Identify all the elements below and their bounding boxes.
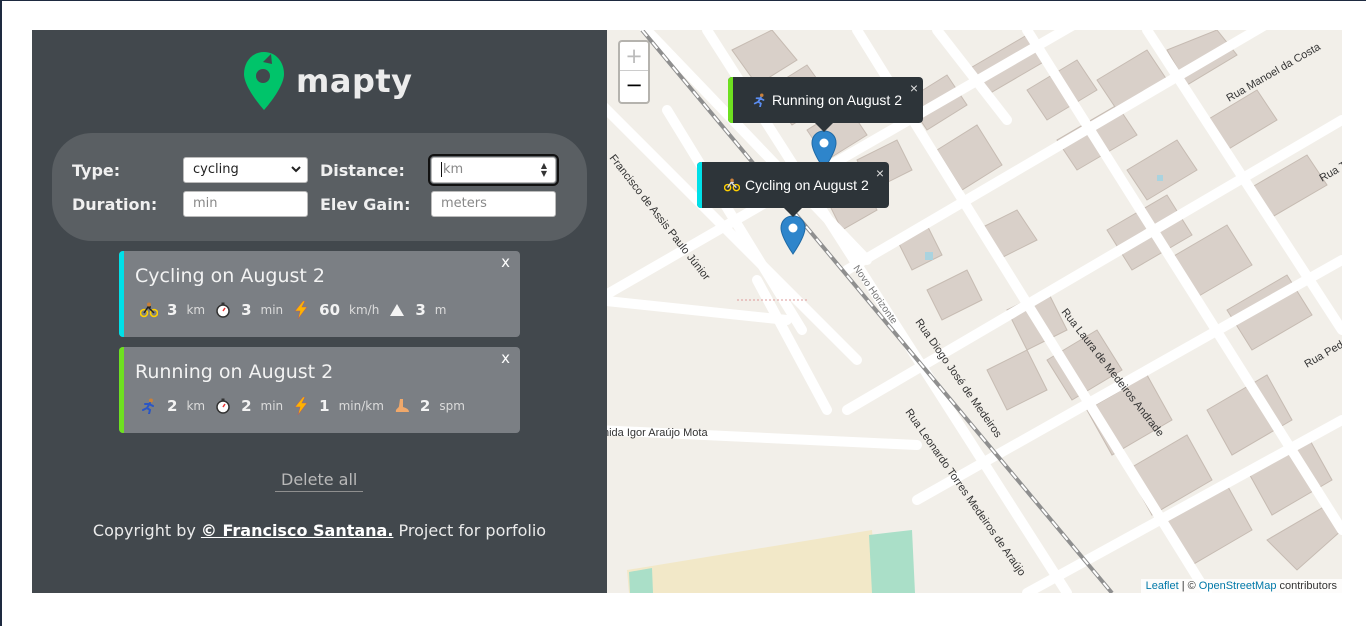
popup-cycling[interactable]: Cycling on August 2 × — [697, 162, 889, 217]
distance-placeholder: km — [441, 162, 464, 177]
workout-stats: 3 km 3 min 60 km/h 3 m — [140, 299, 455, 321]
stat-value: 3 — [415, 301, 426, 319]
stat-value: 3 — [241, 301, 252, 319]
popup-running[interactable]: Running on August 2 × — [728, 77, 923, 132]
stat-unit: m — [434, 303, 447, 317]
duration-input[interactable]: min — [183, 191, 308, 217]
workout-stats: 2 km 2 min 1 min/km 2 spm — [140, 395, 474, 417]
distance-label: Distance: — [320, 161, 405, 180]
street-label: Rua Leonardo Torres Medeiros de Araújo — [903, 407, 1028, 579]
map-marker-cycling[interactable] — [780, 215, 806, 255]
duration-label: Duration: — [72, 195, 158, 214]
stat-unit: spm — [439, 399, 465, 413]
stat-value: 2 — [241, 397, 252, 415]
foot-icon — [393, 397, 411, 415]
osm-link[interactable]: OpenStreetMap — [1199, 580, 1277, 592]
workout-form: Type: cycling Distance: km ▲ ▼ Duration: … — [52, 133, 587, 241]
attribution-separator: | © — [1181, 580, 1196, 592]
workout-delete-button[interactable]: x — [501, 349, 510, 367]
lightning-icon — [292, 301, 310, 319]
bike-icon — [140, 301, 158, 319]
map-attribution: Leaflet | © OpenStreetMap contributors — [1140, 579, 1342, 593]
popup-text: Running on August 2 — [772, 92, 902, 108]
leaflet-link[interactable]: Leaflet — [1146, 580, 1179, 592]
stat-unit: min/km — [338, 399, 384, 413]
number-spinner-icon[interactable]: ▲ ▼ — [541, 162, 547, 178]
stat-unit: km — [186, 399, 206, 413]
workout-accent-bar — [119, 251, 124, 337]
type-label: Type: — [72, 161, 121, 180]
street-labels: Rua Manoel da Costa Rua Tu Francisco de … — [607, 41, 1343, 579]
street-label: Rua Laura de Medeiros Andrade — [1059, 306, 1166, 439]
author-link[interactable]: © Francisco Santana. — [201, 521, 394, 540]
street-label: Rua Tu — [1318, 156, 1343, 184]
stat-value: 2 — [419, 397, 431, 415]
distance-input[interactable]: km ▲ ▼ — [428, 154, 559, 186]
street-label: Novo Horizonte — [851, 263, 900, 326]
stat-value: 2 — [167, 397, 178, 415]
workout-accent-bar — [119, 347, 124, 433]
copyright-suffix: Project for porfolio — [398, 521, 547, 540]
attribution-suffix: contributors — [1279, 580, 1337, 592]
popup-close-button[interactable]: × — [910, 80, 918, 96]
zoom-out-button[interactable]: − — [620, 71, 648, 100]
logo: mapty — [244, 50, 412, 112]
duration-placeholder: min — [193, 196, 218, 211]
stopwatch-icon — [214, 397, 232, 415]
popup-close-button[interactable]: × — [876, 165, 884, 181]
bike-icon — [724, 178, 740, 192]
app-window: mapty Type: cycling Distance: km ▲ ▼ Dura… — [0, 0, 1366, 626]
stat-value: 60 — [319, 301, 341, 319]
stat-value: 3 — [167, 301, 178, 319]
copyright: Copyright by © Francisco Santana. Projec… — [32, 521, 607, 540]
stopwatch-icon — [214, 301, 232, 319]
elev-gain-input[interactable]: meters — [431, 191, 556, 217]
popup-tip — [814, 122, 834, 132]
delete-all-button[interactable]: Delete all — [275, 470, 364, 492]
stat-unit: km/h — [349, 303, 380, 317]
lightning-icon — [292, 397, 310, 415]
logo-text: mapty — [296, 62, 413, 100]
mountain-icon — [388, 301, 406, 319]
workout-card-running[interactable]: Running on August 2 x 2 km 2 min 1 min/k… — [119, 347, 520, 433]
popup-text: Cycling on August 2 — [745, 177, 869, 193]
popup-tip — [783, 207, 803, 217]
map[interactable]: Rua Manoel da Costa Rua Tu Francisco de … — [607, 30, 1342, 593]
popup-accent-bar — [697, 162, 702, 208]
type-select-value: cycling — [193, 162, 239, 177]
street-label: Rua Pedr — [1303, 337, 1343, 371]
runner-icon — [753, 93, 765, 107]
popup-accent-bar — [728, 77, 733, 123]
stat-unit: min — [260, 399, 284, 413]
street-label: Rua Diogo José de Medeiros — [913, 317, 1004, 440]
type-select[interactable]: cycling — [183, 157, 308, 183]
street-label: nida Igor Araújo Mota — [607, 427, 708, 439]
copyright-prefix: Copyright by — [92, 521, 196, 540]
runner-icon — [140, 397, 158, 415]
elev-gain-placeholder: meters — [441, 196, 487, 211]
street-label: Rua Manoel da Costa — [1225, 41, 1324, 105]
workout-delete-button[interactable]: x — [501, 253, 510, 271]
map-pin-logo-icon — [244, 52, 284, 110]
sidebar: mapty Type: cycling Distance: km ▲ ▼ Dura… — [32, 30, 607, 593]
elev-gain-label: Elev Gain: — [320, 195, 411, 214]
stat-value: 1 — [319, 397, 330, 415]
chevron-down-icon — [291, 166, 301, 173]
workout-title: Cycling on August 2 — [135, 265, 325, 287]
stat-unit: min — [260, 303, 284, 317]
zoom-in-button[interactable]: + — [620, 42, 648, 71]
stat-unit: km — [186, 303, 206, 317]
workout-title: Running on August 2 — [135, 361, 334, 383]
zoom-control: + − — [618, 40, 650, 104]
workout-card-cycling[interactable]: Cycling on August 2 x 3 km 3 min 60 km/h — [119, 251, 520, 337]
